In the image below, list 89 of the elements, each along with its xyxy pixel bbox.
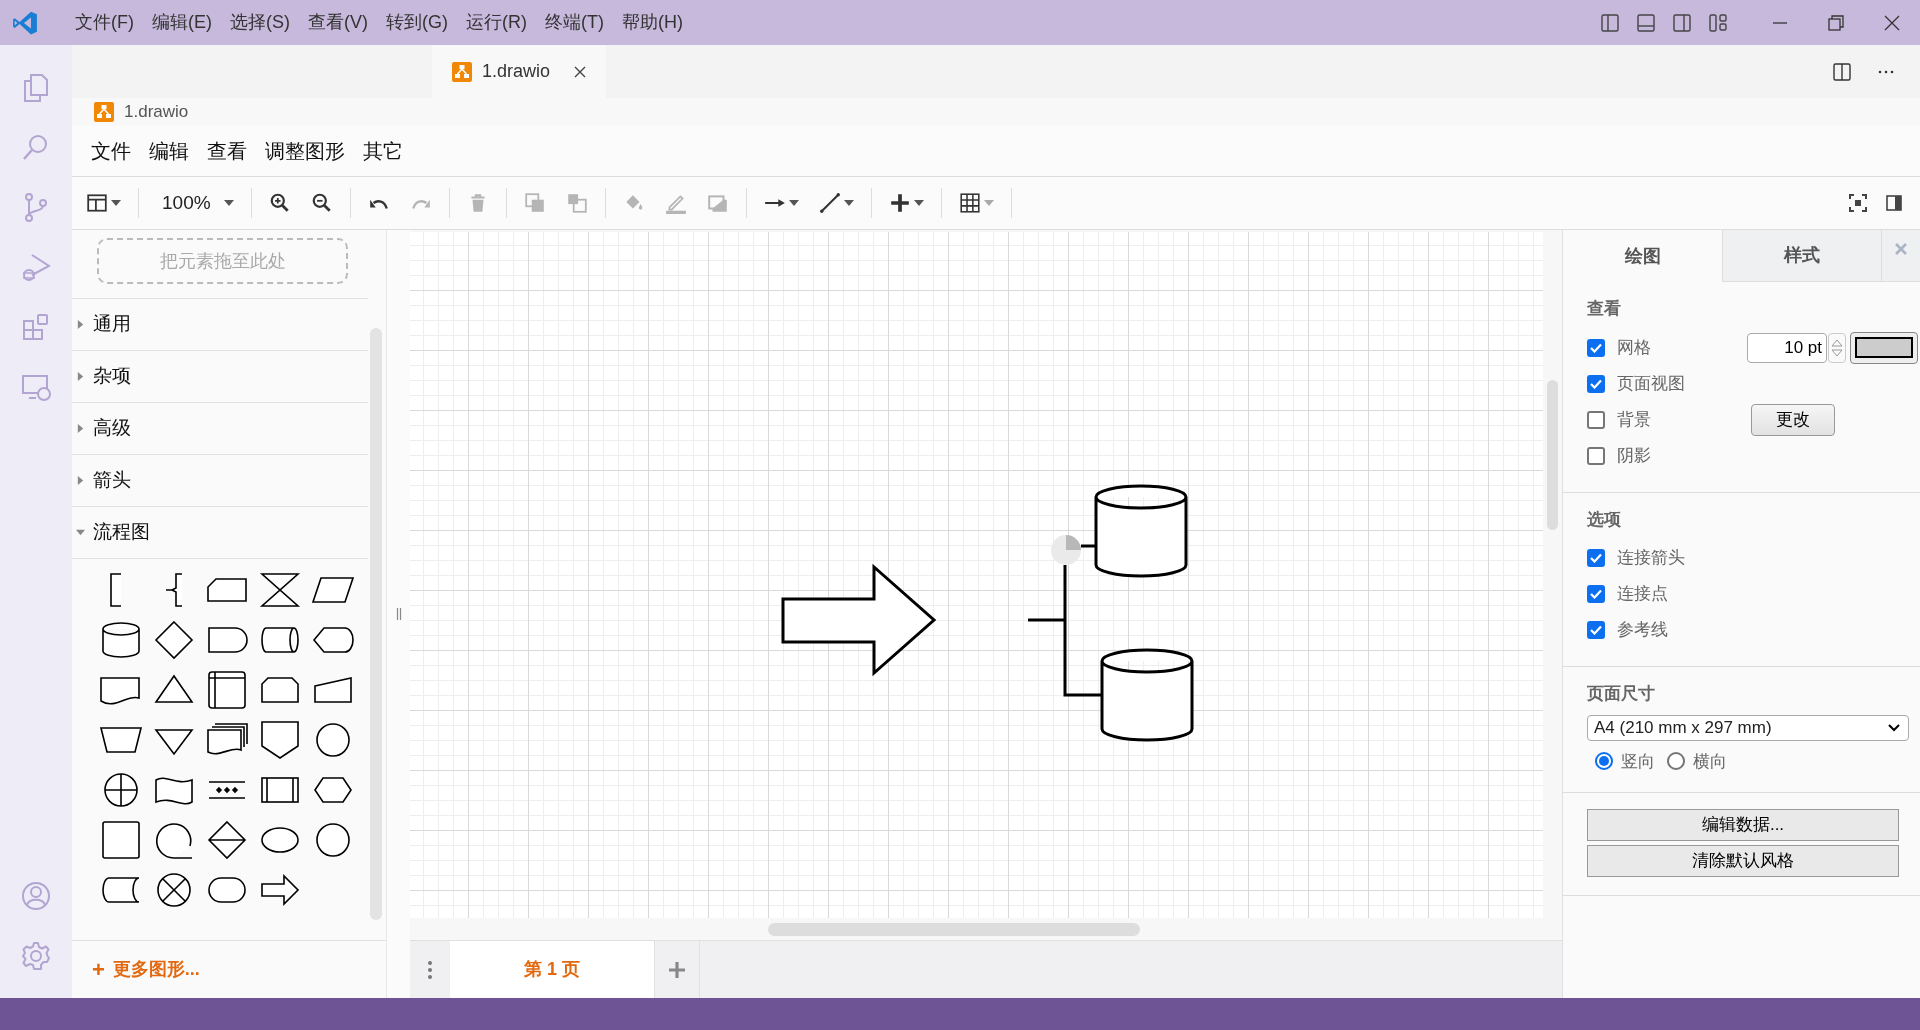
layout-icon[interactable] [1708, 12, 1728, 33]
add-page-icon[interactable] [667, 959, 687, 980]
expanded-caret-icon [76, 528, 85, 537]
menu-item[interactable]: 调整图形 [256, 136, 354, 166]
category-header[interactable]: 杂项 [72, 350, 368, 402]
checkbox-label: 网格 [1617, 336, 1652, 359]
chevron-down-icon [1888, 723, 1900, 732]
category-header[interactable]: 箭头 [72, 454, 368, 506]
format-panel-icon[interactable] [1884, 193, 1904, 213]
collapsed-caret-icon [76, 320, 85, 329]
page-size-select[interactable]: A4 (210 mm x 297 mm) [1587, 714, 1909, 741]
category-header[interactable]: 流程图 [72, 506, 368, 558]
caret-icon [223, 200, 234, 206]
section-heading: 页面尺寸 [1587, 683, 1656, 705]
checkbox[interactable] [1587, 446, 1605, 465]
scrollbar-thumb[interactable] [768, 923, 1140, 936]
breadcrumb-item[interactable]: 1.drawio [124, 99, 189, 125]
panel-button[interactable]: 清除默认风格 [1587, 845, 1899, 877]
secondary-sidebar-icon[interactable] [1672, 12, 1692, 33]
menu-item[interactable]: 文件(F) [66, 7, 143, 38]
checkbox-label: 页面视图 [1617, 372, 1686, 395]
menu-item[interactable]: 运行(R) [457, 7, 536, 38]
checkbox[interactable] [1587, 410, 1605, 429]
app-logo-icon [12, 9, 38, 36]
menu-item[interactable]: 查看(V) [299, 7, 377, 38]
menu-item[interactable]: 终端(T) [536, 7, 613, 38]
category-header[interactable]: 通用 [72, 298, 368, 350]
fullscreen-icon[interactable] [1848, 193, 1868, 213]
checkbox[interactable] [1587, 621, 1605, 639]
split-editor-icon[interactable] [1832, 61, 1852, 82]
collapsed-caret-icon [76, 476, 85, 485]
block-arrow[interactable] [781, 563, 937, 677]
menu-item[interactable]: 编辑 [140, 136, 198, 166]
connector-line[interactable] [1026, 544, 1104, 697]
checkbox-label: 背景 [1617, 408, 1652, 431]
restore-icon[interactable] [1826, 12, 1846, 33]
checkbox-label: 连接点 [1617, 583, 1669, 606]
checkbox[interactable] [1587, 374, 1605, 393]
checkbox-label: 参考线 [1617, 619, 1669, 642]
checkbox-label: 阴影 [1617, 444, 1652, 467]
zoom-in-icon[interactable] [268, 192, 291, 214]
menu-item[interactable]: 选择(S) [221, 7, 299, 38]
hourglass-icon[interactable] [257, 570, 302, 610]
caret-icon [843, 200, 854, 206]
panel-tab[interactable]: 样式 [1722, 230, 1881, 282]
checkbox-label: 连接箭头 [1617, 547, 1686, 570]
database-cylinder[interactable] [1094, 484, 1188, 578]
panel-button[interactable]: 编辑数据... [1587, 809, 1899, 841]
sidebar-toggle-icon[interactable] [1600, 12, 1620, 33]
vertical-dots-icon[interactable] [427, 959, 433, 980]
menu-item[interactable]: 帮助(H) [612, 7, 692, 38]
table-icon[interactable] [958, 192, 981, 214]
collapsed-caret-icon [76, 424, 85, 433]
caret-icon [788, 200, 799, 206]
layout-icon[interactable] [86, 192, 108, 214]
plus-icon[interactable] [888, 192, 911, 214]
section-heading: 选项 [1587, 508, 1622, 531]
grid-size-field[interactable]: 10 pt [1747, 332, 1827, 363]
category-header[interactable]: 高级 [72, 402, 368, 454]
change-button[interactable]: 更改 [1751, 403, 1835, 436]
caret-icon [111, 200, 121, 206]
splitter-handle-icon[interactable] [395, 608, 402, 620]
grid-color-swatch[interactable] [1850, 331, 1918, 364]
menu-item[interactable]: 转到(G) [377, 7, 457, 38]
collapsed-caret-icon [76, 372, 85, 381]
radio-label: 竖向 [1621, 750, 1655, 773]
diagonal-line-icon[interactable] [818, 192, 841, 214]
scrollbar-thumb[interactable] [1547, 380, 1558, 530]
caret-icon [913, 200, 924, 206]
database-cylinder[interactable] [1100, 648, 1194, 742]
radio-button[interactable] [1595, 752, 1613, 771]
drawio-file-icon [94, 102, 114, 122]
panel-toggle-icon[interactable] [1636, 12, 1656, 33]
radio-label: 横向 [1693, 750, 1727, 773]
menu-item[interactable]: 文件 [82, 136, 140, 166]
menu-item[interactable]: 查看 [198, 136, 256, 166]
connection-handle[interactable] [1051, 535, 1081, 565]
editor-tab[interactable]: 1.drawio [432, 45, 607, 98]
zoom-out-icon[interactable] [310, 192, 333, 214]
zoom-dropdown[interactable]: 100% [154, 188, 236, 218]
checkbox[interactable] [1587, 585, 1605, 603]
section-heading: 查看 [1587, 298, 1622, 320]
checkbox[interactable] [1587, 338, 1605, 357]
drawio-file-icon [452, 61, 472, 82]
menu-item[interactable]: 编辑(E) [143, 7, 221, 38]
menu-item[interactable]: 其它 [354, 136, 412, 166]
caret-icon [983, 200, 994, 206]
radio-button[interactable] [1667, 752, 1685, 771]
checkbox[interactable] [1587, 549, 1605, 567]
